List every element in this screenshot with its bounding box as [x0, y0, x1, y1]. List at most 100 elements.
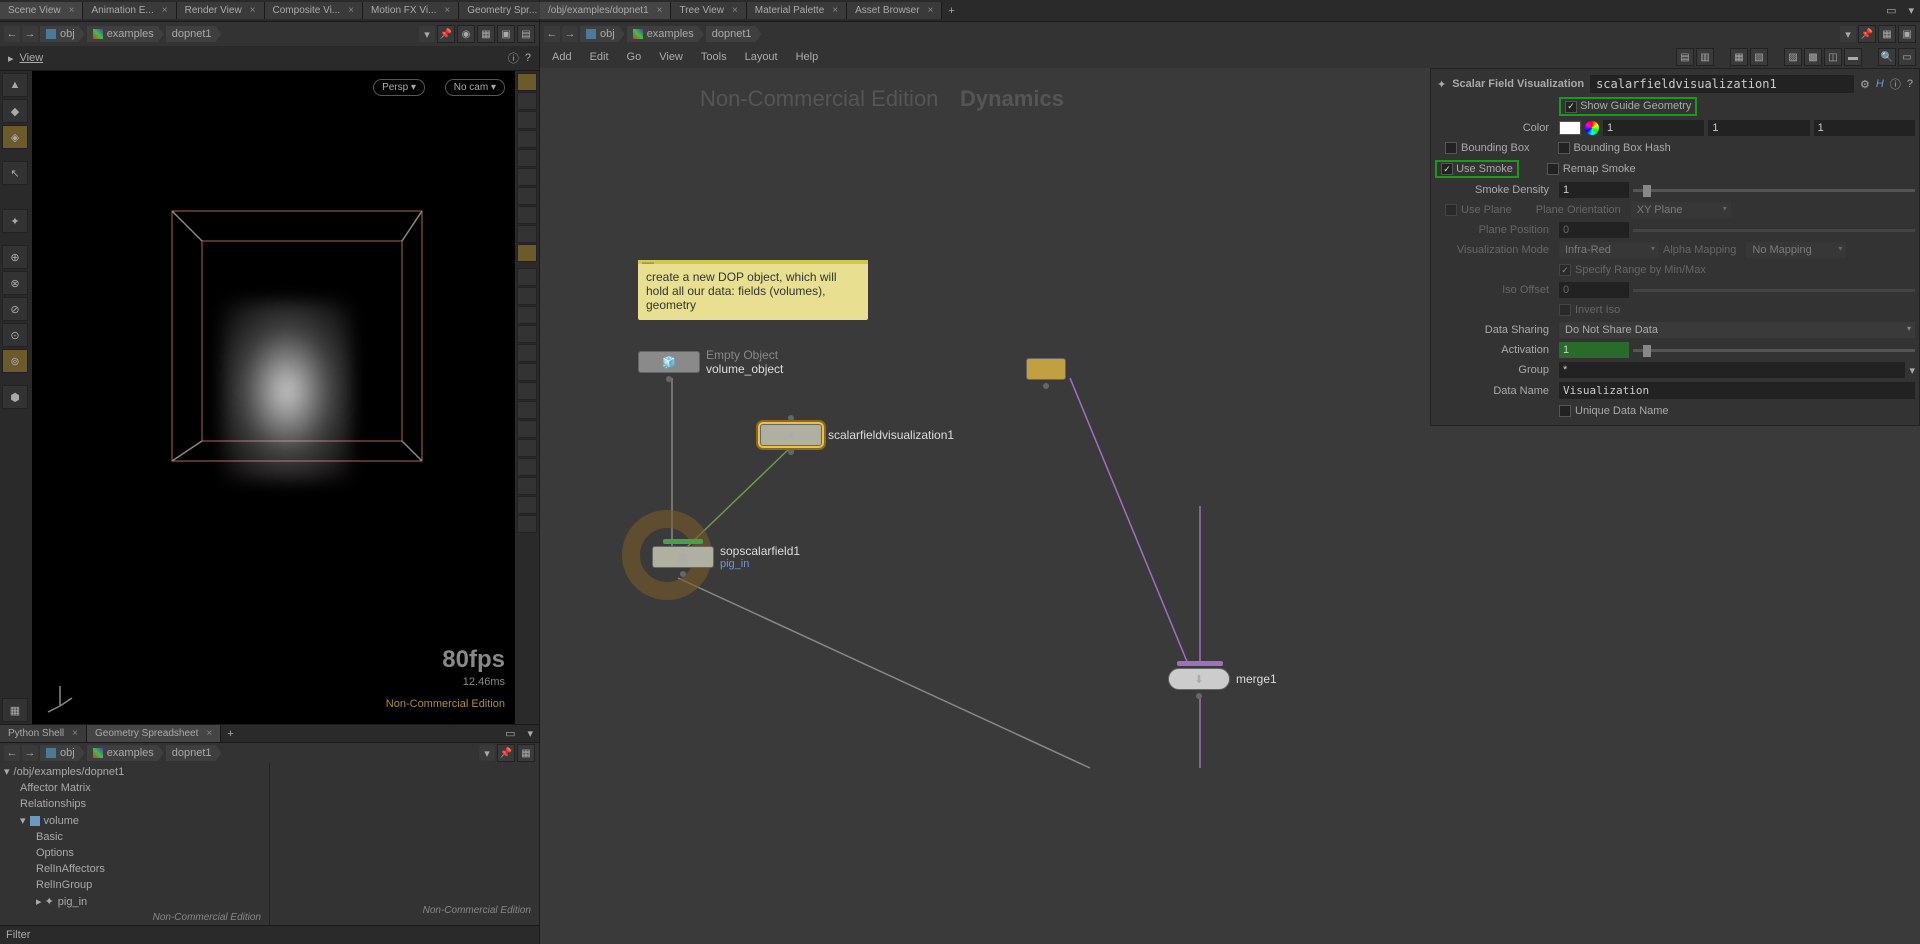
pin-icon[interactable]: 📌: [497, 744, 515, 762]
tab-add-button[interactable]: +: [221, 726, 239, 742]
lock-icon[interactable]: [517, 111, 537, 129]
tab-motionfx[interactable]: Motion FX Vi...×: [363, 2, 459, 19]
invert-iso-checkbox[interactable]: [1559, 304, 1571, 316]
menu-add[interactable]: Add: [544, 49, 580, 65]
tool-snap1-icon[interactable]: ⊕: [2, 245, 28, 269]
tab-network[interactable]: /obj/examples/dopnet1×: [540, 2, 671, 19]
disp-icon[interactable]: [517, 439, 537, 457]
crumb-obj[interactable]: obj: [40, 745, 85, 761]
crumb-dopnet[interactable]: dopnet1: [706, 26, 762, 42]
close-icon[interactable]: ×: [657, 5, 663, 16]
close-icon[interactable]: ×: [928, 5, 934, 16]
use-plane-checkbox[interactable]: [1445, 204, 1457, 216]
crumb-examples[interactable]: examples: [627, 26, 704, 42]
close-icon[interactable]: ×: [162, 5, 168, 16]
smoke-density-slider[interactable]: [1633, 189, 1915, 192]
tree-item[interactable]: ▸ ✦ pig_in: [0, 893, 269, 910]
node-volume-object[interactable]: 🧊 Empty Object volume_object: [638, 348, 783, 376]
toolbar-icon[interactable]: ▥: [1696, 48, 1714, 66]
help-icon[interactable]: ?: [525, 52, 531, 64]
sync-icon[interactable]: ◉: [457, 25, 475, 43]
nocam-dropdown[interactable]: No cam ▾: [445, 79, 505, 96]
tab-render[interactable]: Render View×: [177, 2, 265, 19]
tree-item[interactable]: RelInGroup: [0, 877, 269, 893]
disp-icon[interactable]: [517, 515, 537, 533]
group-menu-icon[interactable]: ▾: [1909, 364, 1915, 377]
node-sopscalar[interactable]: ▦ sopscalarfield1 pig_in: [652, 544, 800, 570]
info-icon[interactable]: ⓘ: [1890, 76, 1901, 92]
info-icon[interactable]: ⓘ: [508, 50, 519, 66]
disp-icon[interactable]: [517, 168, 537, 186]
persp-dropdown[interactable]: Persp ▾: [373, 79, 425, 96]
plane-pos-field[interactable]: 0: [1559, 222, 1629, 238]
tree-item[interactable]: RelInAffectors: [0, 861, 269, 877]
tool-snap3-icon[interactable]: ⊘: [2, 297, 28, 321]
toolbar-icon[interactable]: ▤: [1676, 48, 1694, 66]
spec-range-checkbox[interactable]: [1559, 264, 1571, 276]
nav-back-icon[interactable]: ←: [4, 26, 20, 42]
disp-icon[interactable]: [517, 401, 537, 419]
gear-icon[interactable]: ⚙: [1860, 78, 1870, 91]
tab-material[interactable]: Material Palette×: [747, 2, 847, 19]
tab-python[interactable]: Python Shell×: [0, 725, 87, 742]
disp-icon[interactable]: [517, 92, 537, 110]
menu-go[interactable]: Go: [619, 49, 650, 65]
use-smoke-checkbox[interactable]: Use Smoke: [1435, 160, 1519, 179]
color-r-field[interactable]: 1: [1603, 120, 1704, 136]
menu-help[interactable]: Help: [788, 49, 827, 65]
disp-icon[interactable]: [517, 287, 537, 305]
close-icon[interactable]: ×: [206, 728, 212, 739]
disp-icon[interactable]: [517, 149, 537, 167]
disp-icon[interactable]: [517, 325, 537, 343]
color-swatch[interactable]: [1559, 121, 1581, 135]
pane-menu-icon[interactable]: ▭: [499, 725, 521, 742]
toolbar-icon[interactable]: ▧: [1750, 48, 1768, 66]
close-icon[interactable]: ×: [348, 5, 354, 16]
sticky-note[interactable]: — create a new DOP object, which will ho…: [638, 260, 868, 320]
plane-pos-slider[interactable]: [1633, 229, 1915, 232]
light-icon[interactable]: [517, 187, 537, 205]
tool-snap2-icon[interactable]: ⊗: [2, 271, 28, 295]
activation-slider[interactable]: [1633, 349, 1915, 352]
node-merge[interactable]: ⬇ merge1: [1168, 668, 1277, 690]
menu-layout[interactable]: Layout: [737, 49, 786, 65]
plane-orient-dropdown[interactable]: XY Plane: [1631, 202, 1731, 218]
disp-icon[interactable]: [517, 206, 537, 224]
color-b-field[interactable]: 1: [1814, 120, 1915, 136]
disp-icon[interactable]: [517, 244, 537, 262]
nav-fwd-icon[interactable]: →: [562, 26, 578, 42]
close-icon[interactable]: ×: [250, 5, 256, 16]
disp-icon[interactable]: [517, 306, 537, 324]
node-name-field[interactable]: scalarfieldvisualization1: [1590, 75, 1854, 93]
tree-item[interactable]: Options: [0, 845, 269, 861]
activation-field[interactable]: 1: [1559, 342, 1629, 358]
show-guide-checkbox[interactable]: Show Guide Geometry: [1559, 97, 1697, 116]
bbox-checkbox[interactable]: [1445, 142, 1457, 154]
disp-icon[interactable]: [517, 225, 537, 243]
unique-checkbox[interactable]: [1559, 405, 1571, 417]
tab-animation[interactable]: Animation E...×: [83, 2, 176, 19]
pane-menu-icon[interactable]: ▾: [521, 725, 539, 742]
network-canvas[interactable]: Non-Commercial Edition Dynamics — create…: [540, 68, 1920, 944]
iso-offset-slider[interactable]: [1633, 289, 1915, 292]
viewport-3d[interactable]: Persp ▾ No cam ▾: [32, 71, 515, 724]
disp-icon[interactable]: [517, 344, 537, 362]
crumb-obj[interactable]: obj: [580, 26, 625, 42]
disp-icon[interactable]: [517, 496, 537, 514]
help-icon[interactable]: ?: [1907, 78, 1913, 90]
tab-scene-view[interactable]: Scene View×: [0, 2, 83, 19]
tool-snap4-icon[interactable]: ⊙: [2, 323, 28, 347]
toolbar-icon[interactable]: ▩: [1804, 48, 1822, 66]
disp-icon[interactable]: [517, 420, 537, 438]
pane-icon[interactable]: ▾: [1902, 2, 1920, 19]
dropdown-icon[interactable]: ▾: [419, 26, 435, 42]
remap-smoke-checkbox[interactable]: [1547, 163, 1559, 175]
tree-item[interactable]: ▾ volume: [0, 812, 269, 829]
tool-icon[interactable]: ▦: [477, 25, 495, 43]
node-scalarviz[interactable]: ✦ scalarfieldvisualization1: [760, 424, 954, 446]
tab-treeview[interactable]: Tree View×: [671, 2, 746, 19]
tool-shelf-icon[interactable]: ▦: [2, 698, 28, 722]
tree-item[interactable]: Affector Matrix: [0, 780, 269, 796]
toolbar-icon[interactable]: ◫: [1824, 48, 1842, 66]
smoke-density-field[interactable]: 1: [1559, 182, 1629, 198]
